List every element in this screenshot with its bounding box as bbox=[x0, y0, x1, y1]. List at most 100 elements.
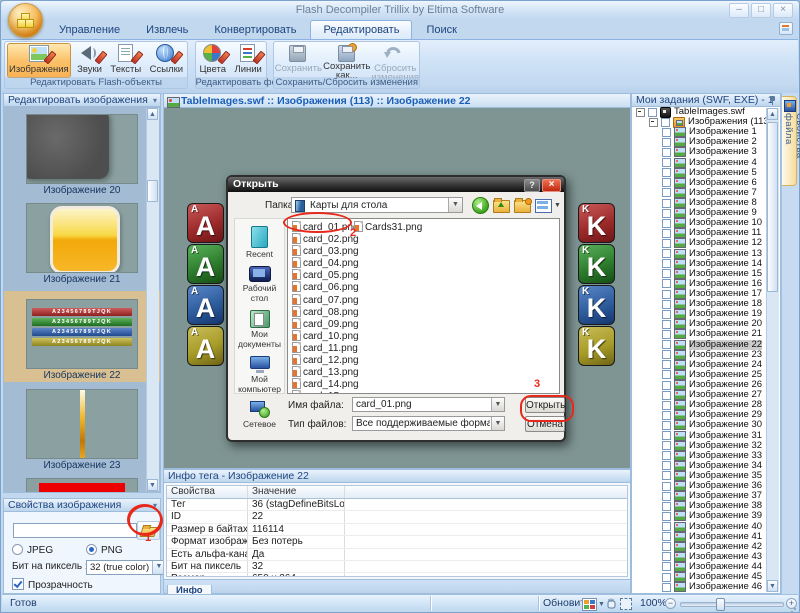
file-item[interactable]: card_03.png bbox=[292, 245, 359, 257]
image-canvas[interactable]: AA AA AA AA KK KK KK KK Открыть ? × bbox=[163, 108, 631, 469]
scroll-up-icon[interactable]: ▲ bbox=[147, 108, 158, 120]
colors-button[interactable]: Цвета bbox=[198, 43, 228, 78]
checkbox[interactable] bbox=[662, 573, 671, 582]
jpeg-radio[interactable]: JPEG bbox=[12, 545, 53, 556]
chevron-down-icon[interactable]: ▼ bbox=[598, 601, 605, 608]
scrollbar-thumb[interactable] bbox=[147, 180, 158, 202]
zoom-out-button[interactable]: − bbox=[665, 598, 676, 609]
file-item[interactable]: card_11.png bbox=[292, 342, 359, 354]
tab-izvlech[interactable]: Извлечь bbox=[134, 21, 200, 39]
tree-item-image[interactable]: Изображение 21 bbox=[632, 329, 780, 339]
table-row[interactable]: ID 22 bbox=[167, 511, 627, 523]
checkbox[interactable] bbox=[662, 583, 671, 592]
image-path-input[interactable] bbox=[13, 523, 137, 538]
checkbox[interactable] bbox=[662, 249, 671, 258]
place-desktop[interactable]: Рабочий стол bbox=[235, 266, 284, 303]
thumbnails-scrollbar[interactable]: ▲ ▼ bbox=[146, 108, 159, 491]
tree-item-image[interactable]: Изображение 30 bbox=[632, 420, 780, 430]
checkbox[interactable] bbox=[662, 492, 671, 501]
checkbox[interactable] bbox=[662, 421, 671, 430]
checkbox[interactable] bbox=[648, 108, 657, 117]
view-menu-button[interactable] bbox=[535, 199, 552, 213]
thumbnail-image-23[interactable]: Изображение 23 bbox=[26, 389, 138, 471]
table-row[interactable]: Формат изображения Без потерь bbox=[167, 536, 627, 548]
checkbox[interactable] bbox=[662, 391, 671, 400]
checkbox[interactable] bbox=[662, 128, 671, 137]
thumbnail-image-20[interactable]: Изображение 20 bbox=[26, 114, 138, 196]
png-radio[interactable]: PNG bbox=[86, 544, 123, 556]
scroll-up-icon[interactable]: ▲ bbox=[767, 108, 778, 120]
checkbox[interactable] bbox=[662, 300, 671, 309]
tab-poisk[interactable]: Поиск bbox=[414, 21, 468, 39]
resize-grip[interactable] bbox=[788, 602, 796, 610]
dialog-close-button[interactable]: × bbox=[542, 179, 561, 192]
thumbnail-image-22-selected[interactable]: A23456789TJQK A23456789TJQK A23456789TJQ… bbox=[4, 291, 160, 382]
file-properties-tab[interactable]: Свойства файла bbox=[782, 96, 797, 186]
texts-button[interactable]: Тексты bbox=[108, 43, 143, 78]
checkbox[interactable] bbox=[662, 482, 671, 491]
tree-item-image[interactable]: Изображение 12 bbox=[632, 238, 780, 248]
chevron-down-icon[interactable]: ▼ bbox=[491, 417, 504, 430]
file-item[interactable]: Cards31.png bbox=[354, 221, 422, 233]
back-button[interactable] bbox=[472, 197, 489, 214]
tab-upravlenie[interactable]: Управление bbox=[47, 21, 132, 39]
checkbox[interactable] bbox=[662, 290, 671, 299]
pin-icon[interactable] bbox=[769, 96, 777, 105]
file-item[interactable]: card_13.png bbox=[292, 366, 359, 378]
checkbox[interactable] bbox=[662, 259, 671, 268]
checkbox[interactable] bbox=[662, 471, 671, 480]
file-item[interactable]: card_07.png bbox=[292, 294, 359, 306]
scroll-down-icon[interactable]: ▼ bbox=[767, 580, 778, 592]
application-menu-orb[interactable] bbox=[8, 3, 43, 38]
checkbox[interactable] bbox=[662, 431, 671, 440]
checkbox[interactable] bbox=[662, 168, 671, 177]
checkbox[interactable] bbox=[662, 401, 671, 410]
checkbox[interactable] bbox=[662, 269, 671, 278]
transparency-checkbox[interactable]: Прозрачность bbox=[12, 578, 93, 591]
file-item[interactable]: card_10.png bbox=[292, 330, 359, 342]
sounds-button[interactable]: Звуки bbox=[75, 43, 104, 78]
checkbox[interactable] bbox=[662, 199, 671, 208]
filename-input[interactable]: card_01.png ▼ bbox=[352, 397, 505, 412]
scrollbar-thumb[interactable] bbox=[767, 122, 778, 292]
zoom-slider-track[interactable] bbox=[680, 602, 784, 607]
maximize-button[interactable]: □ bbox=[751, 3, 771, 18]
file-item[interactable]: card_12.png bbox=[292, 354, 359, 366]
table-row[interactable]: Размер в байтах 116114 bbox=[167, 524, 627, 536]
checkbox[interactable] bbox=[662, 502, 671, 511]
checkbox[interactable] bbox=[662, 310, 671, 319]
checkbox[interactable] bbox=[662, 552, 671, 561]
checkbox[interactable] bbox=[662, 350, 671, 359]
folder-select[interactable]: Карты для стола ▼ bbox=[291, 197, 463, 213]
dialog-help-button[interactable]: ? bbox=[524, 179, 540, 192]
lines-button[interactable]: Линии bbox=[232, 43, 263, 78]
file-item[interactable]: card_05.png bbox=[292, 269, 359, 281]
up-one-level-button[interactable] bbox=[493, 200, 510, 213]
chevron-down-icon[interactable]: ▼ bbox=[554, 202, 561, 209]
checkbox[interactable] bbox=[662, 532, 671, 541]
checkbox[interactable] bbox=[662, 522, 671, 531]
chevron-down-icon[interactable]: ▼ bbox=[448, 198, 462, 212]
checkbox[interactable] bbox=[662, 441, 671, 450]
dialog-title-bar[interactable]: Открыть ? × bbox=[228, 177, 564, 192]
checkbox[interactable] bbox=[662, 219, 671, 228]
collapse-icon[interactable] bbox=[649, 118, 658, 127]
scroll-down-icon[interactable]: ▼ bbox=[147, 479, 158, 491]
checkbox[interactable] bbox=[662, 562, 671, 571]
filetype-select[interactable]: Все поддерживаемые форматы изображен ▼ bbox=[352, 416, 505, 431]
checkbox[interactable] bbox=[662, 158, 671, 167]
tab-redaktirovat[interactable]: Редактировать bbox=[310, 20, 412, 39]
reset-changes-button[interactable]: Сбросить изменения bbox=[373, 43, 417, 81]
checkbox[interactable] bbox=[662, 381, 671, 390]
table-row[interactable]: Тег 36 (stagDefineBitsLossless2) bbox=[167, 499, 627, 511]
file-item[interactable]: card_14.png bbox=[292, 378, 359, 390]
place-my-computer[interactable]: Мой компьютер bbox=[235, 356, 284, 394]
file-item[interactable]: card_15.png bbox=[292, 390, 359, 394]
checkbox[interactable] bbox=[662, 411, 671, 420]
chevron-down-icon[interactable]: ▼ bbox=[491, 398, 504, 411]
table-row[interactable]: Бит на пиксель 32 bbox=[167, 561, 627, 573]
checkbox[interactable] bbox=[662, 279, 671, 288]
checkbox[interactable] bbox=[662, 340, 671, 349]
tab-konvertirovat[interactable]: Конвертировать bbox=[202, 21, 308, 39]
checkbox[interactable] bbox=[662, 360, 671, 369]
